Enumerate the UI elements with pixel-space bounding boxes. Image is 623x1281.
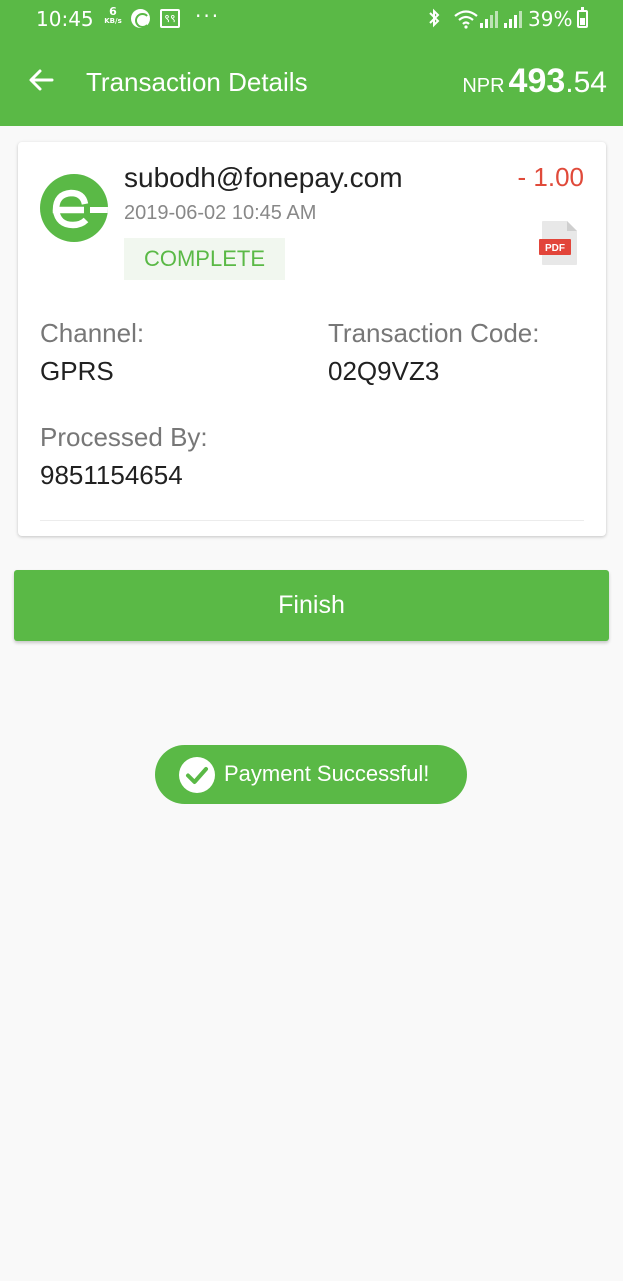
signal-strength-icon xyxy=(479,10,499,32)
page-title: Transaction Details xyxy=(86,67,308,97)
balance-integer: 493 xyxy=(508,62,566,100)
signal-strength-icon-2 xyxy=(503,10,523,32)
back-arrow-icon[interactable] xyxy=(22,60,62,100)
processed-by-value: 9851154654 xyxy=(40,460,183,490)
app-bar: Transaction Details NPR 493.54 xyxy=(0,36,623,126)
check-circle-icon xyxy=(179,757,215,793)
transaction-code-label: Transaction Code: xyxy=(328,318,540,348)
net-speed-unit: KB/s xyxy=(104,17,122,25)
merchant-id: subodh@fonepay.com xyxy=(124,162,403,193)
bluetooth-icon xyxy=(427,8,441,33)
card-divider xyxy=(40,520,584,521)
balance-currency: NPR xyxy=(462,75,505,97)
transaction-amount: - 1.00 xyxy=(517,162,585,192)
notification-app-icon: ९९ xyxy=(160,9,180,28)
balance-decimal: .54 xyxy=(565,66,607,99)
success-toast: Payment Successful! xyxy=(155,745,467,804)
sync-icon xyxy=(131,9,150,28)
status-bar: 10:45 6 KB/s ९९ ··· 39% xyxy=(0,0,623,36)
toast-message: Payment Successful! xyxy=(224,761,430,786)
more-notifications-icon: ··· xyxy=(195,4,221,28)
transaction-card: subodh@fonepay.com 2019-06-02 10:45 AM C… xyxy=(18,142,606,536)
pdf-download-icon[interactable]: PDF xyxy=(539,220,579,266)
battery-icon xyxy=(577,7,588,28)
transaction-datetime: 2019-06-02 10:45 AM xyxy=(124,202,317,224)
channel-label: Channel: xyxy=(40,318,145,348)
wallet-balance: NPR 493.54 xyxy=(462,62,607,101)
finish-button[interactable]: Finish xyxy=(14,570,609,641)
channel-value: GPRS xyxy=(40,356,114,386)
net-speed-indicator: 6 KB/s xyxy=(102,6,124,26)
battery-percent: 39% xyxy=(528,7,573,31)
esewa-logo-icon xyxy=(40,174,108,242)
wifi-icon xyxy=(453,9,479,33)
status-time: 10:45 xyxy=(36,7,94,31)
pdf-icon-label: PDF xyxy=(545,243,565,254)
transaction-code-value: 02Q9VZ3 xyxy=(328,356,440,386)
status-badge: COMPLETE xyxy=(124,238,285,280)
processed-by-label: Processed By: xyxy=(40,422,208,452)
